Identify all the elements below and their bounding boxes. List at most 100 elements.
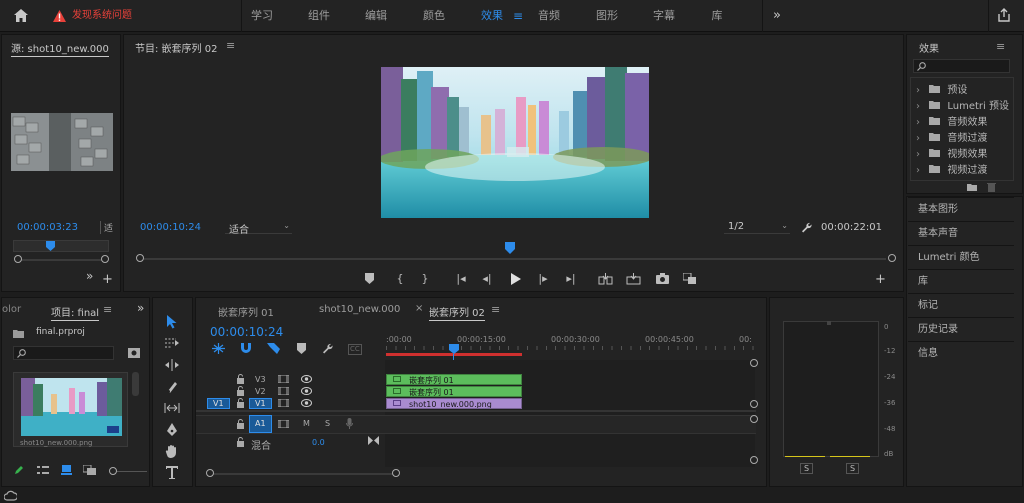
solo-track-button[interactable]: S bbox=[325, 419, 330, 428]
clip-v3-nested-01[interactable]: 嵌套序列 01 bbox=[386, 374, 522, 385]
project-more-tabs[interactable]: » bbox=[137, 301, 144, 315]
workspace-menu-icon[interactable]: ≡ bbox=[511, 0, 525, 32]
workspace-tab-audio[interactable]: 音频 bbox=[531, 0, 567, 32]
lock-icon[interactable] bbox=[236, 437, 245, 447]
pen-tool-icon[interactable] bbox=[166, 423, 178, 436]
export-frame-camera-icon[interactable] bbox=[656, 273, 669, 284]
workspace-tab-captions[interactable]: 字幕 bbox=[646, 0, 682, 32]
sync-lock-icon[interactable] bbox=[278, 375, 289, 383]
hand-tool-icon[interactable] bbox=[165, 444, 179, 458]
razor-tool-icon[interactable] bbox=[166, 380, 178, 393]
linked-selection-icon[interactable] bbox=[267, 343, 280, 354]
effects-menu-icon[interactable]: ≡ bbox=[996, 40, 1005, 53]
overwrite-icon[interactable] bbox=[626, 273, 641, 285]
effects-item-lumetri-presets[interactable]: › Lumetri 预设 bbox=[916, 97, 1016, 112]
effects-item-audio-effects[interactable]: › 音频效果 bbox=[916, 113, 1016, 128]
lock-icon[interactable] bbox=[236, 386, 245, 396]
type-tool-icon[interactable] bbox=[166, 466, 178, 479]
bin-filter-icon[interactable] bbox=[128, 348, 140, 358]
lock-icon[interactable] bbox=[236, 398, 245, 408]
track-target-a1[interactable]: A1 bbox=[249, 415, 272, 433]
timeline-menu-icon[interactable]: ≡ bbox=[491, 303, 500, 316]
go-to-out-icon[interactable]: ▸| bbox=[563, 272, 579, 286]
timeline-tab-nested-02[interactable]: 嵌套序列 02 bbox=[429, 304, 485, 321]
ripple-edit-tool-icon[interactable] bbox=[165, 359, 179, 371]
source-mini-timeline[interactable] bbox=[13, 240, 109, 252]
timeline-zoom-handle-right[interactable] bbox=[392, 469, 400, 477]
project-tab[interactable]: 项目: final bbox=[51, 304, 100, 321]
source-add-button[interactable]: + bbox=[102, 272, 113, 287]
program-duration-timecode[interactable]: 00:00:22:01 bbox=[821, 222, 882, 233]
effects-item-video-transitions[interactable]: › 视频过渡 bbox=[916, 161, 1016, 176]
nest-toggle-icon[interactable] bbox=[212, 343, 225, 354]
eye-icon[interactable] bbox=[301, 399, 312, 407]
freeform-view-icon[interactable] bbox=[83, 465, 97, 475]
timeline-wrench-settings-icon[interactable] bbox=[322, 343, 333, 354]
clip-v1-shot10[interactable]: shot10_new.000.png bbox=[386, 398, 522, 409]
track-label-v2[interactable]: V2 bbox=[255, 387, 266, 396]
video-track-scroll-bottom[interactable] bbox=[750, 400, 758, 408]
new-bin-icon[interactable] bbox=[967, 183, 977, 191]
panel-essential-sound[interactable]: 基本声音 bbox=[908, 221, 1014, 245]
program-scrub-bar[interactable] bbox=[144, 258, 886, 260]
panel-lumetri-color[interactable]: Lumetri 颜色 bbox=[908, 245, 1014, 269]
add-marker-icon[interactable] bbox=[365, 273, 374, 284]
mark-out-icon[interactable]: } bbox=[417, 272, 433, 286]
program-zoom-handle-left[interactable] bbox=[136, 254, 144, 262]
lock-icon[interactable] bbox=[236, 374, 245, 384]
captions-toggle-icon[interactable]: CC bbox=[348, 344, 362, 355]
program-playhead[interactable] bbox=[505, 242, 515, 254]
source-patch-v1[interactable]: V1 bbox=[207, 398, 230, 409]
go-to-in-icon[interactable]: |◂ bbox=[453, 272, 469, 286]
effects-search-input[interactable] bbox=[913, 59, 1010, 73]
timeline-zoom-bar[interactable] bbox=[212, 473, 394, 475]
project-scrollbar[interactable] bbox=[132, 372, 139, 396]
insert-icon[interactable] bbox=[598, 273, 613, 285]
clip-v2-nested-01[interactable]: 嵌套序列 01 bbox=[386, 386, 522, 397]
timeline-tab-nested-01[interactable]: 嵌套序列 01 bbox=[218, 304, 274, 319]
meter-solo-right[interactable]: S bbox=[846, 463, 860, 474]
source-fit-dropdown[interactable]: 适 bbox=[100, 221, 113, 234]
program-fit-dropdown[interactable]: 适合 ⌄ bbox=[225, 220, 292, 236]
pencil-icon[interactable] bbox=[14, 465, 24, 475]
workspace-tab-assembly[interactable]: 组件 bbox=[301, 0, 337, 32]
source-zoom-bar[interactable] bbox=[20, 259, 104, 261]
panel-essential-graphics[interactable]: 基本图形 bbox=[908, 197, 1014, 221]
source-more-buttons[interactable]: » bbox=[86, 269, 93, 283]
snap-magnet-icon[interactable] bbox=[240, 343, 252, 354]
source-zoom-handle-right[interactable] bbox=[101, 255, 109, 263]
workspace-tab-graphics[interactable]: 图形 bbox=[589, 0, 625, 32]
timeline-playhead[interactable] bbox=[449, 344, 459, 354]
thumbnail-zoom-slider-handle[interactable] bbox=[109, 467, 117, 475]
creative-cloud-icon[interactable] bbox=[4, 490, 17, 501]
source-playhead[interactable] bbox=[46, 241, 55, 251]
share-export-icon[interactable] bbox=[997, 8, 1011, 22]
eye-icon[interactable] bbox=[301, 375, 312, 383]
sync-lock-icon[interactable] bbox=[278, 420, 289, 428]
warning-triangle-icon[interactable] bbox=[53, 10, 66, 22]
program-monitor-title[interactable]: 节目: 嵌套序列 02 bbox=[135, 40, 217, 55]
add-marker-icon[interactable] bbox=[297, 343, 306, 354]
icon-view-icon[interactable] bbox=[61, 465, 72, 475]
project-search-input[interactable] bbox=[13, 346, 114, 360]
meter-solo-left[interactable]: S bbox=[800, 463, 814, 474]
wrench-settings-icon[interactable] bbox=[801, 222, 812, 233]
eye-icon[interactable] bbox=[301, 387, 312, 395]
workspace-tab-learn[interactable]: 学习 bbox=[244, 0, 280, 32]
effects-item-presets[interactable]: › 预设 bbox=[916, 81, 1016, 96]
sync-lock-icon[interactable] bbox=[278, 399, 289, 407]
thumbnail-zoom-slider[interactable] bbox=[117, 471, 147, 472]
source-timecode[interactable]: 00:00:03:23 bbox=[17, 222, 78, 233]
program-resolution-dropdown[interactable]: 1/2 ⌄ bbox=[724, 220, 790, 234]
panel-history[interactable]: 历史记录 bbox=[908, 317, 1014, 341]
project-clip-thumbnail-card[interactable]: shot10_new.000.png bbox=[13, 372, 128, 447]
mark-in-icon[interactable]: { bbox=[392, 272, 408, 286]
source-monitor-title[interactable]: 源: shot10_new.000 bbox=[11, 40, 109, 57]
mute-track-button[interactable]: M bbox=[303, 419, 310, 428]
effects-item-audio-transitions[interactable]: › 音频过渡 bbox=[916, 129, 1016, 144]
workspace-tab-effects[interactable]: 效果 bbox=[474, 0, 510, 32]
comparison-view-icon[interactable] bbox=[683, 273, 697, 285]
play-icon[interactable] bbox=[510, 273, 521, 285]
program-monitor-menu-icon[interactable]: ≡ bbox=[226, 39, 235, 52]
list-view-icon[interactable] bbox=[37, 466, 49, 475]
